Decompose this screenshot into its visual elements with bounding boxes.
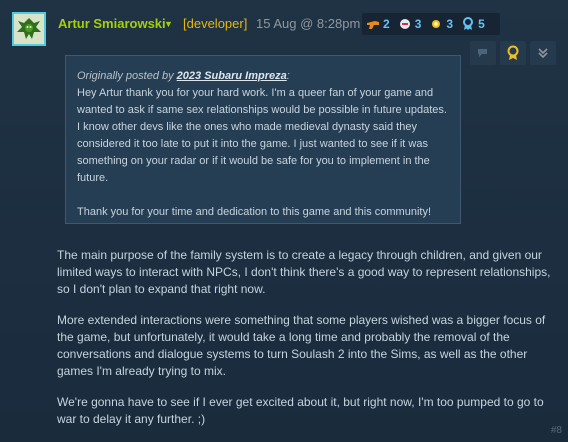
quote-prefix: Originally posted by (77, 70, 177, 82)
avatar-image (14, 14, 44, 44)
body-paragraph: The main purpose of the family system is… (57, 248, 551, 296)
author-name[interactable]: Artur Smiarowski (58, 16, 166, 31)
award-count: 3 (446, 17, 454, 31)
post-timestamp: 15 Aug @ 8:28pm (256, 16, 361, 31)
award-item[interactable]: 5 (461, 17, 485, 31)
ribbon-award-icon (463, 17, 474, 30)
body-paragraph: We're gonna have to see if I ever get ex… (57, 395, 544, 426)
quote-paragraph: Hey Artur thank you for your hard work. … (77, 87, 447, 184)
reply-button[interactable] (470, 41, 496, 65)
quoted-author-link[interactable]: 2023 Subaru Impreza (177, 70, 287, 82)
award-item[interactable]: 3 (429, 17, 453, 31)
award-item[interactable]: 3 (398, 17, 422, 31)
helmet-award-icon (399, 19, 410, 29)
sun-award-icon (432, 20, 441, 28)
chevron-down-icon[interactable]: ▼ (164, 19, 173, 29)
award-button[interactable] (500, 41, 526, 65)
avatar[interactable] (12, 12, 46, 46)
quote-suffix: : (286, 70, 290, 82)
developer-badge: [developer] (183, 16, 248, 31)
award-ribbon-icon (507, 45, 519, 60)
forum-post: Artur Smiarowski ▼ [developer] 15 Aug @ … (0, 0, 568, 442)
double-chevron-down-icon (538, 48, 548, 59)
award-item[interactable]: 2 (366, 17, 390, 31)
quote-header: Originally posted by 2023 Subaru Impreza… (77, 68, 449, 85)
award-count: 2 (383, 17, 390, 31)
quote-paragraph: Thank you for your time and dedication t… (77, 206, 432, 218)
award-count: 5 (478, 17, 485, 31)
post-body: The main purpose of the family system is… (57, 247, 562, 442)
quote-icon (478, 49, 487, 57)
expand-options-button[interactable] (530, 41, 556, 65)
post-number[interactable]: #8 (551, 425, 562, 436)
award-count: 3 (414, 17, 422, 31)
body-paragraph: More extended interactions were somethin… (57, 313, 546, 378)
awards-bar[interactable]: 2 3 3 5 (362, 13, 500, 35)
quote-block: Originally posted by 2023 Subaru Impreza… (65, 55, 461, 224)
blaster-award-icon (367, 21, 379, 29)
